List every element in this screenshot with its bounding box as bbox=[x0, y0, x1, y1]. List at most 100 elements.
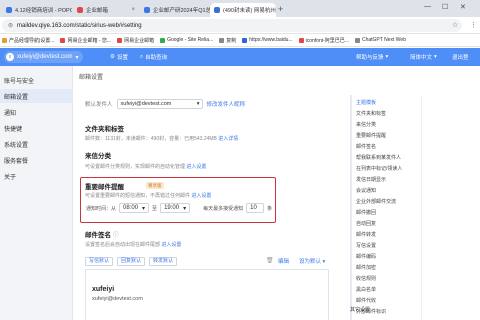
help-icon[interactable]: ⓘ bbox=[113, 233, 119, 239]
important-mail-title: 重要邮件提醒 bbox=[85, 184, 124, 191]
premium-badge: 尊享版 bbox=[146, 182, 164, 189]
maximize-icon[interactable]: ☐ bbox=[442, 3, 448, 11]
anchor-blacklist[interactable]: 黑白名单 bbox=[356, 286, 376, 293]
anchor-other[interactable]: 其它设置 bbox=[350, 306, 370, 313]
browser-tab[interactable]: 企业邮产研2024年Q1总结复 bbox=[140, 3, 210, 17]
sidebar-item-system[interactable]: 系统设置 bbox=[0, 137, 73, 151]
bookmark-item[interactable]: Google - Site Relia... bbox=[160, 37, 213, 43]
signature-email: xufeiyi@devtest.com bbox=[92, 296, 143, 302]
mail-icon bbox=[77, 7, 83, 13]
tag-reply-default[interactable]: 回复默认 bbox=[117, 257, 146, 266]
anchor-rail bbox=[350, 95, 352, 320]
anchor-encoding[interactable]: 邮件编码 bbox=[356, 253, 376, 260]
anchor-rules[interactable]: 收信规则 bbox=[356, 275, 376, 282]
browser-tab[interactable]: 企业邮箱 × bbox=[73, 3, 139, 17]
chevron-down-icon: ▾ bbox=[196, 101, 200, 107]
categories-desc: 可设置邮件分类规则，实现邮件的自动化管理 进入设置 bbox=[85, 164, 207, 170]
start-time-select[interactable]: 08:00 ▾ bbox=[119, 203, 150, 213]
sidebar-item-mailbox-settings[interactable]: 邮箱设置 bbox=[0, 89, 73, 103]
url-field[interactable]: ⊜ maildev.qiye.163.com/static/sirius-web… bbox=[2, 19, 462, 32]
anchor-categories[interactable]: 来信分类 bbox=[356, 121, 376, 128]
set-default-button[interactable]: 设为默认 ▾ bbox=[299, 257, 325, 265]
bookmark-item[interactable]: 产品经理导航|设置... bbox=[2, 37, 54, 44]
default-sender-select[interactable]: xufeiyi@devtest.com ▾ bbox=[116, 99, 203, 109]
signature-edit-button[interactable]: 编辑 bbox=[278, 257, 289, 265]
new-tab-button[interactable]: + bbox=[278, 4, 283, 14]
close-icon[interactable]: × bbox=[131, 7, 135, 13]
folders-details-link[interactable]: 进入详情 bbox=[218, 136, 238, 142]
folders-desc: 邮件数：1131封，未读邮件：490封，容量：已用543.24MB 进入详情 bbox=[85, 136, 239, 142]
anchor-important[interactable]: 重要邮件提醒 bbox=[356, 132, 386, 139]
sidebar-item-about[interactable]: 关于 bbox=[0, 169, 73, 183]
chevron-down-icon: ▾ bbox=[385, 54, 389, 60]
chatgpt-icon bbox=[354, 37, 360, 43]
bookmark-item[interactable]: https://www.baidu... bbox=[242, 37, 293, 43]
address-bar: ⊜ maildev.qiye.163.com/static/sirius-web… bbox=[0, 17, 480, 34]
anchor-recall[interactable]: 邮件撤回 bbox=[356, 209, 376, 216]
edit-nickname-link[interactable]: 修改发件人昵称 bbox=[207, 100, 246, 108]
signature-desc: 设置签名后会自动出现在邮件尾部 进入设置 bbox=[85, 242, 182, 248]
end-time-select[interactable]: 19:00 ▾ bbox=[160, 203, 191, 213]
anchor-meeting[interactable]: 会议通知 bbox=[356, 187, 376, 194]
sidebar-item-account-security[interactable]: 账号与安全 bbox=[0, 73, 73, 87]
more-menu-icon[interactable]: ⋮ bbox=[470, 21, 477, 29]
chevron-down-icon: ▾ bbox=[75, 54, 79, 61]
bookmark-item[interactable]: 网易企业邮箱 bbox=[117, 37, 154, 44]
max-notifications-input[interactable]: 10 bbox=[246, 203, 265, 213]
anchor-list-mark[interactable]: 在列表中标记/领读人 bbox=[356, 165, 402, 172]
page-title: 邮箱设置 bbox=[79, 75, 104, 81]
anchor-encryption[interactable]: 邮件加密 bbox=[356, 264, 376, 271]
mail-icon bbox=[60, 37, 66, 43]
bookmark-item[interactable]: 复制 bbox=[219, 37, 236, 44]
file-icon bbox=[219, 37, 225, 43]
anchor-theme[interactable]: 主题模板 bbox=[356, 99, 376, 106]
anchor-external[interactable]: 企业外部邮件交流 bbox=[356, 198, 396, 205]
account-switcher[interactable]: x xufeiyi@devtest.com ▾ bbox=[4, 51, 84, 63]
anchor-date-display[interactable]: 发信日期显示 bbox=[356, 176, 386, 183]
search-icon: ⌕ bbox=[140, 53, 144, 60]
important-mail-desc: 可设置重要邮件的短信通知，不再错过任何邮件 进入设置 bbox=[85, 193, 212, 199]
gear-icon: ⚙ bbox=[110, 54, 115, 60]
self-query-link[interactable]: ⌕ 自助查询 bbox=[140, 53, 167, 62]
folder-icon bbox=[2, 37, 7, 43]
bookmark-item[interactable]: ChatGPT Next Web bbox=[354, 37, 406, 43]
bookmark-item[interactable]: iconfont-阿里巴巴... bbox=[298, 37, 349, 44]
folders-title: 文件夹和标签 bbox=[85, 126, 124, 133]
baidu-icon bbox=[242, 37, 248, 43]
anchor-collect[interactable]: 邮件代收 bbox=[356, 297, 376, 304]
logout-link[interactable]: 退出登 bbox=[452, 53, 469, 61]
signature-name: xufeiyi bbox=[92, 286, 115, 293]
window-close-icon[interactable]: ✕ bbox=[460, 3, 466, 11]
tag-forward-default[interactable]: 转发默认 bbox=[149, 257, 178, 266]
sidebar-item-shortcuts[interactable]: 快捷键 bbox=[0, 121, 73, 135]
anchor-compose[interactable]: 写信设置 bbox=[356, 242, 376, 249]
signature-settings-link[interactable]: 进入设置 bbox=[161, 242, 181, 248]
sidebar-item-notifications[interactable]: 通知 bbox=[0, 105, 73, 119]
settings-link[interactable]: ⚙ 设置 bbox=[110, 53, 128, 61]
signature-default-tags: 写信默认 回复默认 转发默认 bbox=[85, 257, 178, 266]
tag-compose-default[interactable]: 写信默认 bbox=[85, 257, 114, 266]
bookmark-item[interactable]: 网易企业邮箱 - 您... bbox=[60, 37, 111, 44]
anchor-signature[interactable]: 邮件签名 bbox=[356, 143, 376, 150]
browser-tab-active[interactable]: (490封未读) 网易杭州网络 × bbox=[210, 3, 276, 17]
url-text: maildev.qiye.163.com/static/sirius-web/#… bbox=[17, 22, 142, 29]
language-select[interactable]: 简体中文 ▾ bbox=[410, 53, 437, 61]
browser-tab[interactable]: 4.12经销商培训 - POPO文档 bbox=[2, 3, 72, 17]
chevron-down-icon: ▾ bbox=[183, 205, 187, 212]
bookmark-star-icon[interactable]: ☆ bbox=[452, 21, 458, 29]
delete-icon[interactable]: 🗑 bbox=[266, 257, 274, 264]
settings-sidebar: 账号与安全 邮箱设置 通知 快捷键 系统设置 服务套餐 关于 bbox=[0, 66, 73, 320]
help-feedback-link[interactable]: 帮助与反馈 ▾ bbox=[356, 53, 388, 61]
categories-settings-link[interactable]: 进入设置 bbox=[186, 164, 206, 170]
anchor-auto-reply[interactable]: 自动回复 bbox=[356, 220, 376, 227]
signature-preview: xufeiyi xufeiyi@devtest.com bbox=[85, 269, 329, 320]
sidebar-item-plans[interactable]: 服务套餐 bbox=[0, 153, 73, 167]
anchor-contact[interactable]: 帮我联系到某发件人 bbox=[356, 154, 401, 161]
mail-icon bbox=[214, 7, 220, 13]
important-mail-settings-link[interactable]: 进入设置 bbox=[191, 193, 211, 199]
minimize-icon[interactable]: — bbox=[424, 3, 431, 10]
anchor-forward[interactable]: 邮件转发 bbox=[356, 231, 376, 238]
anchor-folders[interactable]: 文件夹和标签 bbox=[356, 110, 386, 117]
app-header: x xufeiyi@devtest.com ▾ ⚙ 设置 ⌕ 自助查询 帮助与反馈 ▾… bbox=[0, 48, 480, 66]
avatar: x bbox=[6, 53, 14, 61]
